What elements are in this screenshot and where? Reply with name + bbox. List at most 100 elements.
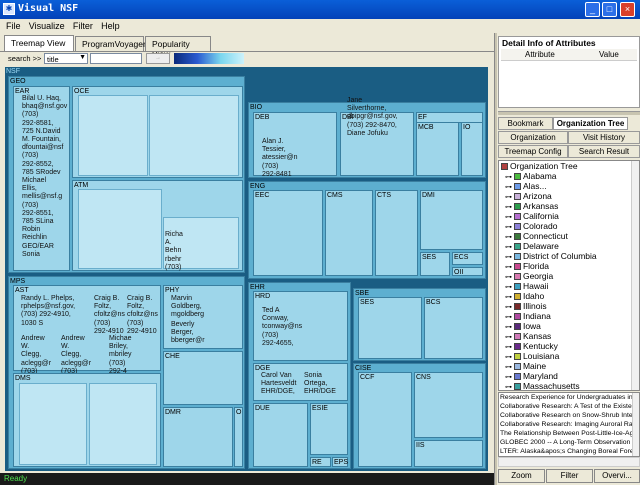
tree-item[interactable]: ⊶ Maryland xyxy=(505,371,558,381)
expand-icon[interactable]: ⊶ xyxy=(505,224,514,231)
tree-item[interactable]: ⊶ Maine xyxy=(505,361,546,371)
expand-icon[interactable]: ⊶ xyxy=(505,304,514,311)
treemap-eps[interactable]: EPS xyxy=(332,457,348,467)
tree-item[interactable]: ⊶ Idaho xyxy=(505,291,544,301)
expand-icon[interactable]: ⊶ xyxy=(505,344,514,351)
tree-item[interactable]: ⊶ Louisiana xyxy=(505,351,559,361)
tab-treemap-view[interactable]: Treemap View xyxy=(4,35,74,51)
expand-icon[interactable]: ⊶ xyxy=(505,384,514,390)
treemap-oii[interactable]: OII xyxy=(452,267,483,276)
menu-file[interactable]: File xyxy=(6,19,21,33)
close-button[interactable]: × xyxy=(620,2,635,17)
treemap-sbe-ses[interactable]: SES xyxy=(358,297,422,359)
tree-item[interactable]: ⊶ District of Columbia xyxy=(505,251,597,261)
expand-icon[interactable]: ⊶ xyxy=(505,244,514,251)
treemap-cts[interactable]: CTS xyxy=(375,190,418,276)
treemap-cell[interactable] xyxy=(78,189,162,269)
maximize-button[interactable]: □ xyxy=(602,2,617,17)
treemap-o[interactable]: O xyxy=(234,407,243,467)
col-value[interactable]: Value xyxy=(599,50,619,59)
tab-organization[interactable]: Organization xyxy=(498,131,568,144)
tab-visit-history[interactable]: Visit History xyxy=(568,131,640,144)
expand-icon[interactable]: ⊶ xyxy=(505,254,514,261)
list-item[interactable]: LTER: Alaska&apos;s Changing Boreal Fore… xyxy=(500,447,632,456)
tree-item[interactable]: ⊶ Kentucky xyxy=(505,341,558,351)
zoom-button[interactable]: Zoom xyxy=(498,469,545,483)
treemap-eec[interactable]: EEC xyxy=(253,190,323,276)
tree-item[interactable]: ⊶ Iowa xyxy=(505,321,541,331)
treemap-mcb[interactable]: MCB xyxy=(416,122,459,176)
tree-item[interactable]: ⊶ Alas... xyxy=(505,181,547,191)
tab-treemap-config[interactable]: Treemap Config xyxy=(498,145,568,158)
tree-item[interactable]: ⊶ Arizona xyxy=(505,191,552,201)
expand-icon[interactable]: ⊶ xyxy=(505,184,514,191)
treemap-dmr[interactable]: DMR xyxy=(163,407,233,467)
expand-icon[interactable]: ⊶ xyxy=(505,334,514,341)
treemap-iis[interactable]: IIS xyxy=(414,440,483,467)
treemap-io[interactable]: IO xyxy=(461,122,483,176)
tree-item[interactable]: ⊶ Delaware xyxy=(505,241,559,251)
tab-programvoyager[interactable]: ProgramVoyager xyxy=(75,36,146,51)
expand-icon[interactable]: ⊶ xyxy=(505,214,514,221)
minimize-button[interactable]: _ xyxy=(585,2,600,17)
organization-tree[interactable]: Organization Tree ⊶ Alabama ⊶ Alas... ⊶ Ar… xyxy=(498,160,640,391)
treemap-cell[interactable] xyxy=(19,383,87,465)
vertical-splitter[interactable] xyxy=(494,33,497,485)
tab-bookmark[interactable]: Bookmark xyxy=(498,117,553,130)
tree-item[interactable]: ⊶ Hawaii xyxy=(505,281,548,291)
expand-icon[interactable]: ⊶ xyxy=(505,264,514,271)
filter-button[interactable]: Filter xyxy=(546,469,593,483)
treemap-cms[interactable]: CMS xyxy=(325,190,373,276)
expand-icon[interactable]: ⊶ xyxy=(505,194,514,201)
expand-icon[interactable]: ⊶ xyxy=(505,374,514,381)
horizontal-splitter[interactable] xyxy=(498,111,640,115)
menu-help[interactable]: Help xyxy=(101,19,120,33)
treemap-ccf[interactable]: CCF xyxy=(358,372,412,467)
tree-scrollbar[interactable] xyxy=(631,161,639,390)
search-field-select[interactable]: title ▼ xyxy=(44,53,88,64)
treemap-cns[interactable]: CNS xyxy=(414,372,483,438)
results-scrollbar[interactable] xyxy=(632,393,639,456)
tree-item[interactable]: ⊶ Kansas xyxy=(505,331,551,341)
tree-item[interactable]: ⊶ Connecticut xyxy=(505,231,568,241)
treemap-canvas[interactable]: NSF GEO EAR Bilal U. Haq, bhaq@nsf.gov (… xyxy=(5,67,488,471)
tree-item[interactable]: ⊶ Florida xyxy=(505,261,549,271)
search-button[interactable]: → xyxy=(146,53,170,64)
menu-filter[interactable]: Filter xyxy=(73,19,93,33)
results-hscrollbar[interactable] xyxy=(498,457,640,467)
search-input[interactable] xyxy=(90,53,142,64)
expand-icon[interactable]: ⊶ xyxy=(505,234,514,241)
tree-item[interactable]: ⊶ Colorado xyxy=(505,221,557,231)
expand-icon[interactable]: ⊶ xyxy=(505,274,514,281)
tab-organization-tree[interactable]: Organization Tree xyxy=(553,117,628,130)
treemap-cell[interactable] xyxy=(89,383,157,465)
tree-item[interactable]: ⊶ Massachusetts xyxy=(505,381,580,390)
tree-item[interactable]: ⊶ Georgia xyxy=(505,271,553,281)
treemap-re[interactable]: RE xyxy=(310,457,331,467)
expand-icon[interactable]: ⊶ xyxy=(505,314,514,321)
treemap-esie[interactable]: ESIE xyxy=(310,403,348,455)
tree-item[interactable]: ⊶ Arkansas xyxy=(505,201,558,211)
tab-popularity-view[interactable]: Popularity View xyxy=(145,36,211,59)
treemap-cell[interactable] xyxy=(149,95,239,176)
expand-icon[interactable]: ⊶ xyxy=(505,284,514,291)
tree-item[interactable]: ⊶ California xyxy=(505,211,559,221)
expand-icon[interactable]: ⊶ xyxy=(505,364,514,371)
menu-visualize[interactable]: Visualize xyxy=(29,19,65,33)
treemap-due[interactable]: DUE xyxy=(253,403,308,467)
expand-icon[interactable]: ⊶ xyxy=(505,204,514,211)
expand-icon[interactable]: ⊶ xyxy=(505,354,514,361)
treemap-ses[interactable]: SES xyxy=(420,252,450,276)
treemap-bcs[interactable]: BCS xyxy=(424,297,483,359)
treemap-che[interactable]: CHE xyxy=(163,351,243,405)
tree-root[interactable]: Organization Tree xyxy=(501,161,578,171)
col-attribute[interactable]: Attribute xyxy=(525,50,555,59)
treemap-cell[interactable] xyxy=(78,95,148,176)
tree-item[interactable]: ⊶ Indiana xyxy=(505,311,551,321)
treemap-dmi[interactable]: DMI xyxy=(420,190,483,250)
results-list[interactable]: Research Experience for Undergraduates i… xyxy=(498,392,640,457)
expand-icon[interactable]: ⊶ xyxy=(505,294,514,301)
treemap-ecs[interactable]: ECS xyxy=(452,252,483,265)
overview-button[interactable]: Overvi... xyxy=(594,469,640,483)
expand-icon[interactable]: ⊶ xyxy=(505,324,514,331)
